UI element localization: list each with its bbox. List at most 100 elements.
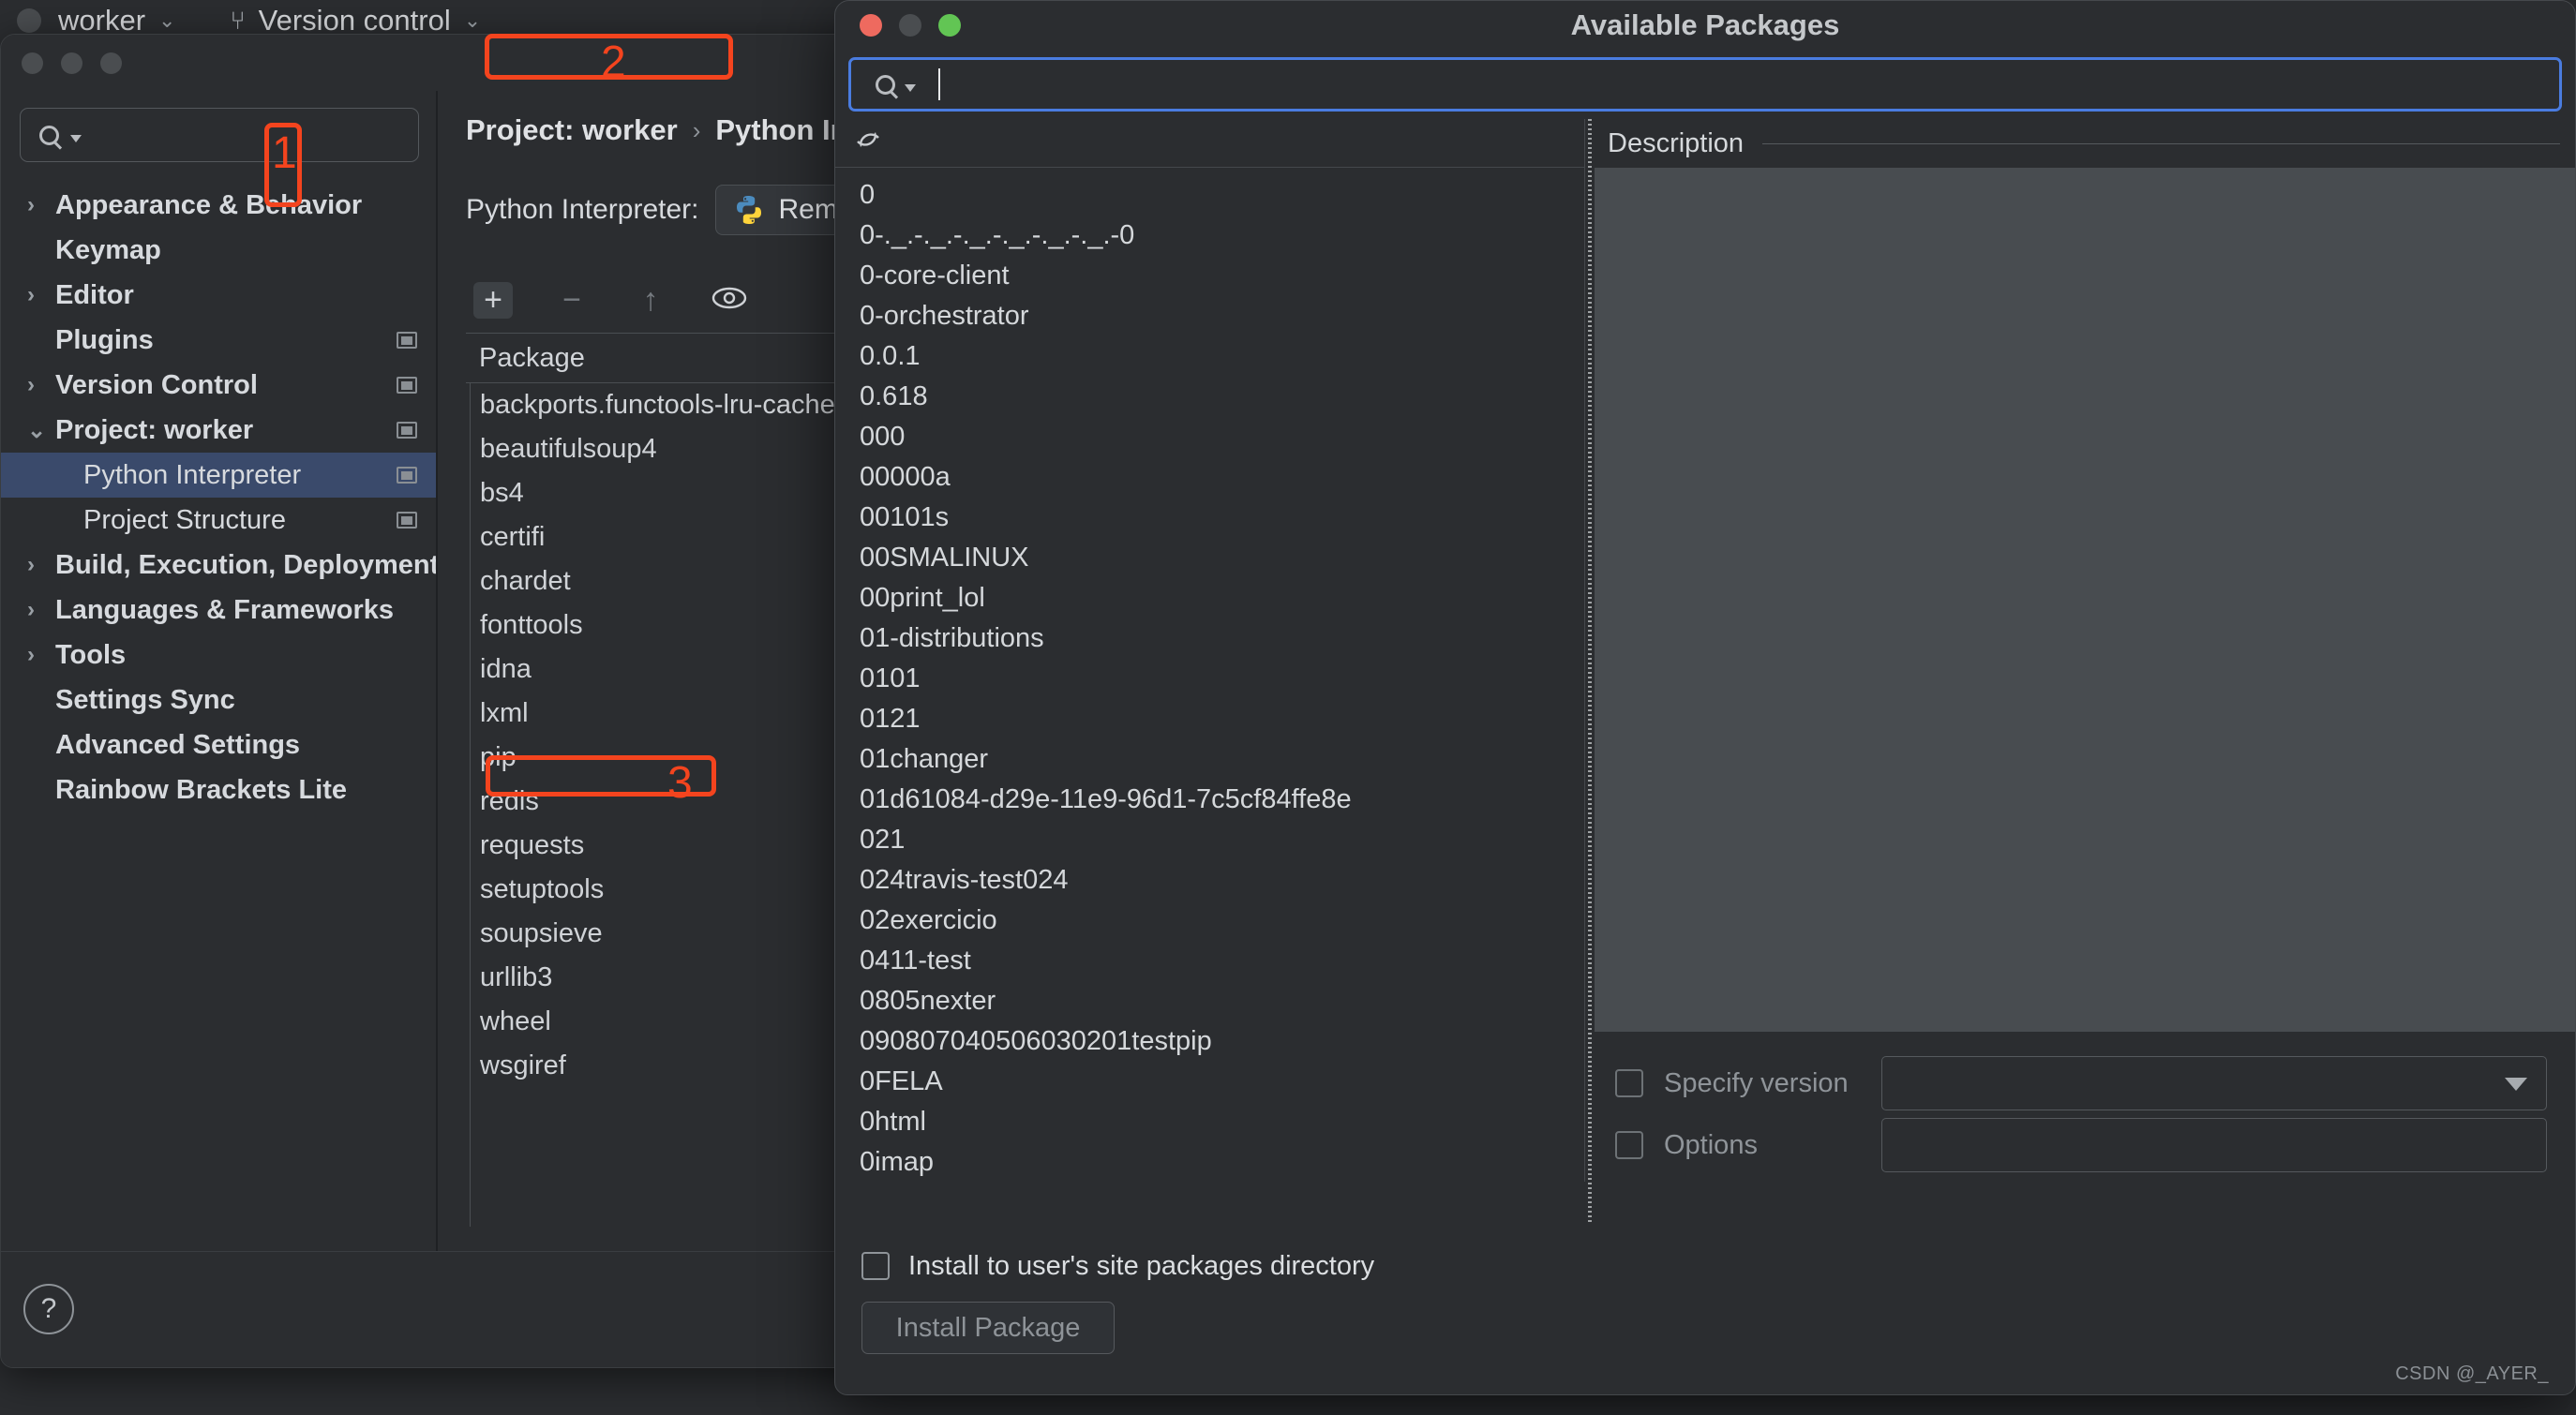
list-item[interactable]: 024travis-test024: [835, 860, 1584, 901]
list-item[interactable]: 01-distributions: [835, 618, 1584, 659]
install-package-button[interactable]: Install Package: [861, 1302, 1115, 1354]
options-input[interactable]: [1881, 1118, 2547, 1172]
project-tab-label: worker: [58, 4, 145, 37]
annotation-label-2: 2: [601, 40, 626, 85]
install-user-site-row[interactable]: Install to user's site packages director…: [861, 1240, 2575, 1292]
specify-version-select[interactable]: [1881, 1056, 2547, 1110]
description-body: [1595, 168, 2575, 1032]
list-item[interactable]: 0-core-client: [835, 256, 1584, 296]
settings-search-field[interactable]: [20, 108, 419, 162]
list-item[interactable]: 0.0.1: [835, 336, 1584, 377]
search-icon: [876, 75, 895, 95]
project-scope-icon: [397, 512, 417, 529]
chevron-right-icon[interactable]: ›: [27, 192, 55, 218]
chevron-right-icon[interactable]: ›: [27, 372, 55, 398]
list-item[interactable]: 00print_lol: [835, 578, 1584, 618]
list-item[interactable]: 0imap: [835, 1142, 1584, 1182]
chevron-right-icon[interactable]: ›: [27, 642, 55, 668]
install-user-site-checkbox[interactable]: [861, 1252, 890, 1280]
list-item[interactable]: 0101: [835, 659, 1584, 699]
options-row: Options: [1615, 1114, 2547, 1176]
project-tab[interactable]: worker ⌄: [58, 4, 175, 37]
watermark: CSDN @_AYER_: [2395, 1363, 2549, 1385]
add-package-button[interactable]: +: [473, 282, 513, 319]
available-package-list[interactable]: 00-._.-._.-._.-._.-._.-._.-00-core-clien…: [835, 168, 1585, 1182]
chevron-right-icon[interactable]: ›: [27, 552, 55, 578]
chevron-down-icon: ⌄: [464, 8, 481, 33]
sidebar-item-label: Project: worker: [55, 415, 253, 446]
sidebar-item-advanced-settings[interactable]: Advanced Settings: [1, 722, 438, 767]
list-item[interactable]: 00SMALINUX: [835, 538, 1584, 578]
sidebar-item-label: Settings Sync: [55, 685, 235, 716]
chevron-down-icon: [2505, 1078, 2527, 1091]
package-list-pane: 00-._.-._.-._.-._.-._.-._.-00-core-clien…: [835, 119, 1585, 1225]
ide-menu-dot: [17, 8, 41, 33]
list-item[interactable]: 0-._.-._.-._.-._.-._.-._.-0: [835, 216, 1584, 256]
sidebar-item-label: Project Structure: [83, 505, 286, 536]
project-scope-icon: [397, 422, 417, 439]
sidebar-item-plugins[interactable]: Plugins: [1, 318, 438, 363]
chevron-down-icon[interactable]: ⌄: [27, 417, 55, 444]
list-item[interactable]: 0.618: [835, 377, 1584, 417]
eye-icon[interactable]: [710, 282, 749, 319]
chevron-right-icon[interactable]: ›: [27, 282, 55, 308]
package-list-toolbar: [835, 119, 1585, 168]
sidebar-item-keymap[interactable]: Keymap: [1, 228, 438, 273]
install-user-site-label: Install to user's site packages director…: [908, 1251, 1374, 1282]
remove-package-button[interactable]: −: [552, 282, 592, 319]
list-item[interactable]: 00000a: [835, 457, 1584, 498]
list-item[interactable]: 0: [835, 175, 1584, 216]
sidebar-item-tools[interactable]: ›Tools: [1, 633, 438, 678]
package-search-field[interactable]: [848, 57, 2562, 112]
sidebar-item-label: Keymap: [55, 235, 161, 266]
list-item[interactable]: 01changer: [835, 739, 1584, 780]
sidebar-item-label: Python Interpreter: [83, 460, 301, 491]
list-item[interactable]: 0411-test: [835, 941, 1584, 981]
sidebar-item-build-execution-deployment[interactable]: ›Build, Execution, Deployment: [1, 543, 438, 588]
sidebar-item-version-control[interactable]: ›Version Control: [1, 363, 438, 408]
list-item[interactable]: 090807040506030201testpip: [835, 1021, 1584, 1062]
list-item[interactable]: 000: [835, 417, 1584, 457]
chevron-down-icon: ⌄: [158, 8, 175, 33]
available-packages-footer: Install to user's site packages director…: [835, 1225, 2575, 1354]
screen-root: worker ⌄ ⑂ Version control ⌄ Settings: [0, 0, 2576, 1415]
list-item[interactable]: 021: [835, 820, 1584, 860]
sidebar-item-label: Build, Execution, Deployment: [55, 550, 439, 581]
list-item[interactable]: 0805nexter: [835, 981, 1584, 1021]
refresh-icon[interactable]: [852, 126, 884, 161]
sidebar-item-appearance-behavior[interactable]: ›Appearance & Behavior: [1, 183, 438, 228]
list-item[interactable]: 00101s: [835, 498, 1584, 538]
sidebar-item-languages-frameworks[interactable]: ›Languages & Frameworks: [1, 588, 438, 633]
sidebar-item-editor[interactable]: ›Editor: [1, 273, 438, 318]
chevron-right-icon[interactable]: ›: [27, 597, 55, 623]
python-interpreter-label: Python Interpreter:: [466, 194, 698, 226]
description-pane: Description Specify version Options: [1595, 119, 2575, 1225]
specify-version-checkbox[interactable]: [1615, 1069, 1643, 1097]
pane-splitter[interactable]: [1585, 119, 1595, 1225]
list-item[interactable]: 0html: [835, 1102, 1584, 1142]
list-item[interactable]: 01d61084-d29e-11e9-96d1-7c5cf84ffe8e: [835, 780, 1584, 820]
options-checkbox[interactable]: [1615, 1131, 1643, 1159]
sidebar-item-project-worker[interactable]: ⌄Project: worker: [1, 408, 438, 453]
list-item[interactable]: 02exercicio: [835, 901, 1584, 941]
project-scope-icon: [397, 332, 417, 349]
options-label: Options: [1664, 1130, 1861, 1161]
sidebar-item-rainbow-brackets-lite[interactable]: Rainbow Brackets Lite: [1, 767, 438, 812]
sidebar-item-label: Editor: [55, 280, 134, 311]
description-rule: [1762, 143, 2560, 144]
version-control-tab[interactable]: ⑂ Version control ⌄: [230, 4, 481, 37]
list-item[interactable]: 0-orchestrator: [835, 296, 1584, 336]
sidebar-item-label: Advanced Settings: [55, 730, 300, 761]
text-cursor: [938, 68, 940, 100]
upgrade-package-button[interactable]: ↑: [631, 282, 670, 319]
breadcrumb-project[interactable]: Project: worker: [466, 113, 678, 147]
list-item[interactable]: 0FELA: [835, 1062, 1584, 1102]
available-packages-content: 00-._.-._.-._.-._.-._.-._.-00-core-clien…: [835, 119, 2575, 1225]
sidebar-item-python-interpreter[interactable]: Python Interpreter: [1, 453, 438, 498]
list-item[interactable]: 0121: [835, 699, 1584, 739]
settings-sidebar-list: ›Appearance & BehaviorKeymap›EditorPlugi…: [1, 183, 438, 812]
annotation-label-1: 1: [272, 131, 297, 176]
sidebar-item-settings-sync[interactable]: Settings Sync: [1, 678, 438, 722]
help-button[interactable]: ?: [23, 1284, 74, 1334]
sidebar-item-project-structure[interactable]: Project Structure: [1, 498, 438, 543]
